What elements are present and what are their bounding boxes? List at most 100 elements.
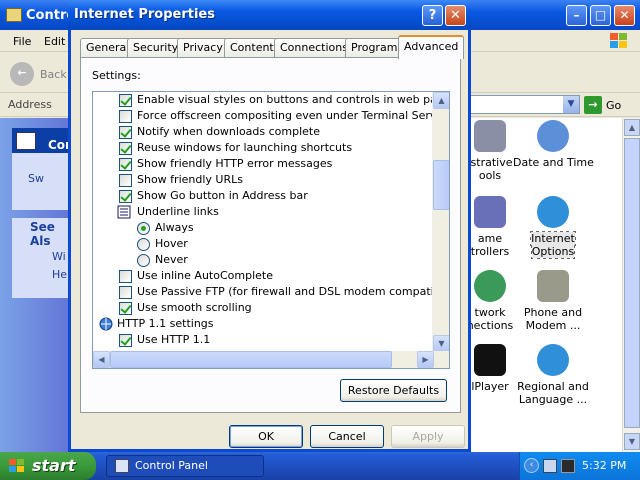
address-input[interactable]: ▼ xyxy=(470,95,580,114)
settings-scroll-down-icon[interactable]: ▼ xyxy=(433,335,449,352)
back-button[interactable]: ← Back xyxy=(10,62,67,86)
regional-language-icon xyxy=(537,344,569,376)
network-tray-icon[interactable] xyxy=(543,459,557,473)
setting-label: Use inline AutoComplete xyxy=(137,269,273,282)
settings-scroll-left-icon[interactable]: ◀ xyxy=(93,351,110,368)
control-panel-icon xyxy=(6,8,22,22)
phone-modem-icon xyxy=(537,270,569,302)
go-arrow-icon: → xyxy=(584,96,602,114)
tab-content[interactable]: Content xyxy=(224,38,280,58)
radio-button[interactable] xyxy=(137,238,150,251)
setting-label: Always xyxy=(155,221,194,234)
control-panel-scrollbar[interactable]: ▲ ▼ xyxy=(622,118,640,452)
network-connections-icon xyxy=(474,270,506,302)
control-panel-small-icon xyxy=(115,459,129,473)
date-time-icon xyxy=(537,120,569,152)
tray-expand-icon[interactable]: ‹ xyxy=(524,458,539,473)
start-label: start xyxy=(32,456,76,475)
setting-label: Show friendly URLs xyxy=(137,173,243,186)
settings-group-icon xyxy=(117,205,131,219)
address-label: Address xyxy=(8,98,52,111)
windows-flag-icon xyxy=(9,459,24,472)
setting-label: Enable visual styles on buttons and cont… xyxy=(137,93,450,106)
close-button[interactable]: ✕ xyxy=(614,5,635,26)
setting-label: Reuse windows for launching shortcuts xyxy=(137,141,353,154)
see-also-link-help[interactable]: He xyxy=(52,268,67,281)
start-button[interactable]: start xyxy=(0,452,96,480)
settings-scroll-up-icon[interactable]: ▲ xyxy=(433,92,449,109)
control-panel-task-icon xyxy=(16,132,36,150)
go-label: Go xyxy=(606,98,622,112)
tab-connections[interactable]: Connections xyxy=(274,38,354,58)
dialog-titlebar[interactable]: Internet Properties ? ✕ xyxy=(68,0,471,30)
ok-button[interactable]: OK xyxy=(229,425,303,448)
internet-options-icon xyxy=(537,196,569,228)
apply-button[interactable]: Apply xyxy=(391,425,465,448)
see-also-link-windows-update[interactable]: Wi xyxy=(52,250,66,263)
realplayer-icon xyxy=(474,344,506,376)
checkbox[interactable] xyxy=(119,94,132,107)
go-button[interactable]: → Go xyxy=(584,96,621,114)
settings-list[interactable]: Enable visual styles on buttons and cont… xyxy=(92,91,450,369)
help-button[interactable]: ? xyxy=(422,5,443,26)
setting-label: Underline links xyxy=(137,205,219,218)
taskbar-item-label: Control Panel xyxy=(135,459,208,472)
display-tray-icon[interactable] xyxy=(561,459,575,473)
cp-item-internet-options[interactable]: Internet Options xyxy=(513,196,593,259)
checkbox[interactable] xyxy=(119,174,132,187)
tab-privacy[interactable]: Privacy xyxy=(177,38,229,58)
checkbox[interactable] xyxy=(119,126,132,139)
radio-button[interactable] xyxy=(137,222,150,235)
dialog-close-button[interactable]: ✕ xyxy=(445,5,466,26)
radio-button[interactable] xyxy=(137,254,150,267)
checkbox[interactable] xyxy=(119,334,132,347)
scroll-thumb[interactable] xyxy=(624,138,640,428)
checkbox[interactable] xyxy=(119,270,132,283)
setting-label: Show Go button in Address bar xyxy=(137,189,308,202)
settings-scroll-right-icon[interactable]: ▶ xyxy=(417,351,434,368)
minimize-button[interactable]: – xyxy=(566,5,587,26)
setting-label: Notify when downloads complete xyxy=(137,125,321,138)
setting-label: Never xyxy=(155,253,188,266)
setting-label: Use Passive FTP (for firewall and DSL mo… xyxy=(137,285,450,298)
game-controllers-icon xyxy=(474,196,506,228)
administrative-tools-icon xyxy=(474,120,506,152)
address-dropdown-icon[interactable]: ▼ xyxy=(563,96,579,113)
clock[interactable]: 5:32 PM xyxy=(582,459,626,472)
cancel-button[interactable]: Cancel xyxy=(310,425,384,448)
restore-defaults-button[interactable]: Restore Defaults xyxy=(340,379,447,402)
checkbox[interactable] xyxy=(119,286,132,299)
tab-security[interactable]: Security xyxy=(127,38,185,58)
settings-label: Settings: xyxy=(92,69,141,82)
settings-horizontal-scrollbar[interactable]: ◀ ▶ xyxy=(93,351,449,368)
internet-properties-dialog: Internet Properties ? ✕ General Security… xyxy=(68,0,471,452)
cp-item-date-time[interactable]: Date and Time xyxy=(513,120,594,169)
menu-edit[interactable]: Edit xyxy=(44,35,65,48)
checkbox[interactable] xyxy=(119,142,132,155)
setting-label: Force offscreen compositing even under T… xyxy=(137,109,450,122)
checkbox[interactable] xyxy=(119,110,132,123)
back-arrow-icon: ← xyxy=(10,62,34,86)
system-tray: ‹ 5:32 PM xyxy=(519,452,640,480)
maximize-button[interactable]: □ xyxy=(590,5,611,26)
back-label: Back xyxy=(40,67,67,81)
cp-item-regional-language[interactable]: Regional and Language ... xyxy=(513,344,593,406)
scroll-up-icon[interactable]: ▲ xyxy=(624,119,640,136)
menu-file[interactable]: File xyxy=(13,35,31,48)
globe-icon xyxy=(99,317,113,331)
checkbox[interactable] xyxy=(119,302,132,315)
checkbox[interactable] xyxy=(119,158,132,171)
switch-view-link[interactable]: Sw xyxy=(28,172,44,185)
task-pane: Con Sw See Als Wi He xyxy=(0,118,74,452)
settings-vertical-thumb[interactable] xyxy=(433,160,449,210)
settings-vertical-scrollbar[interactable]: ▲ ▼ xyxy=(432,92,449,352)
setting-label: Show friendly HTTP error messages xyxy=(137,157,333,170)
setting-label: Use smooth scrolling xyxy=(137,301,252,314)
settings-horizontal-thumb[interactable] xyxy=(110,351,392,368)
taskbar-item-control-panel[interactable]: Control Panel xyxy=(106,455,264,477)
tab-advanced[interactable]: Advanced xyxy=(398,35,465,59)
cp-item-phone-modem[interactable]: Phone and Modem ... xyxy=(513,270,593,332)
see-also-title: See Als xyxy=(30,220,55,248)
scroll-down-icon[interactable]: ▼ xyxy=(624,433,640,450)
checkbox[interactable] xyxy=(119,190,132,203)
